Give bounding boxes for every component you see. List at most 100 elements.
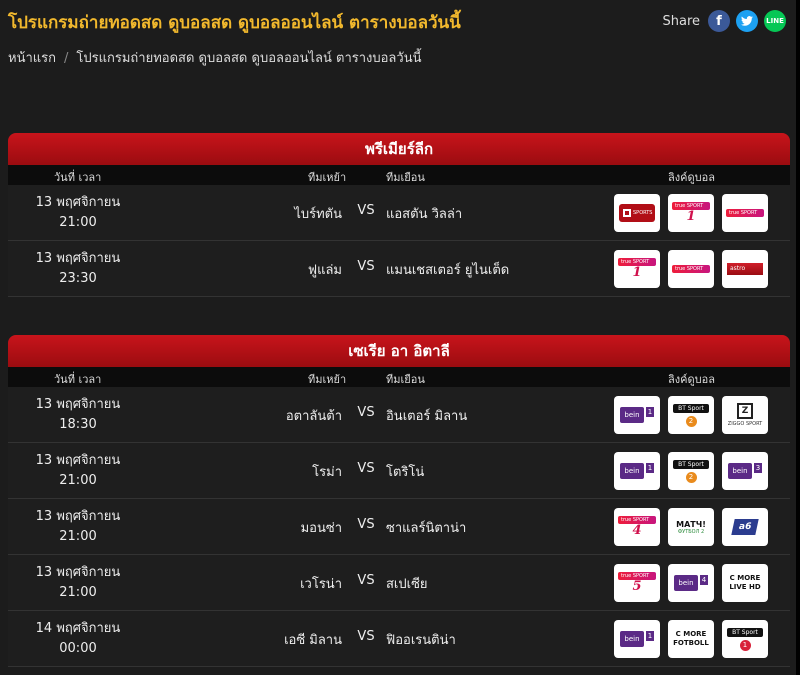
- col-links: ลิงค์ดูบอล: [668, 373, 715, 386]
- facebook-share-icon[interactable]: f: [708, 10, 730, 32]
- col-away: ทีมเยือน: [386, 171, 425, 184]
- channel-logo-bein-1[interactable]: bein SPORTS 1: [614, 396, 660, 434]
- col-time: วันที่ เวลา: [54, 171, 102, 184]
- match-row: 13 พฤศจิกายน 21:00 ไบร์ทตัน VS แอสตัน วิล…: [8, 185, 790, 241]
- channel-logo-redbox[interactable]: SPORTS: [614, 194, 660, 232]
- match-date: 14 พฤศจิกายน: [35, 621, 121, 636]
- breadcrumb: หน้าแรก / โปรแกรมถ่ายทอดสด ดูบอลสด ดูบอลออ…: [8, 47, 421, 68]
- channel-links: bein SPORTS 1 BT Sport 2 Z ZIGGO SPORT: [614, 396, 768, 434]
- home-team: ไบร์ทตัน: [294, 207, 342, 222]
- away-team: แอสตัน วิลล่า: [386, 207, 463, 222]
- share-label: Share: [662, 13, 700, 29]
- match-time: 18:30: [59, 417, 97, 432]
- breadcrumb-home-link[interactable]: หน้าแรก: [8, 51, 56, 66]
- page-header: โปรแกรมถ่ายทอดสด ดูบอลสด ดูบอลออนไลน์ ตา…: [0, 0, 796, 44]
- away-team: อินเตอร์ มิลาน: [386, 409, 468, 424]
- twitter-share-icon[interactable]: [736, 10, 758, 32]
- home-team: เอซี มิลาน: [284, 633, 342, 648]
- away-team: สเปเซีย: [386, 577, 428, 592]
- match-datetime: 13 พฤศจิกายน 21:00: [8, 451, 148, 491]
- match-date: 13 พฤศจิกายน: [35, 453, 121, 468]
- match-date: 13 พฤศจิกายน: [35, 195, 121, 210]
- home-team: อตาลันต้า: [285, 409, 342, 424]
- match-time: 21:00: [59, 529, 97, 544]
- match-row: 14 พฤศจิกายน 00:00 เอซี มิลาน VS ฟิออเรนต…: [8, 611, 790, 667]
- match-date: 13 พฤศจิกายน: [35, 565, 121, 580]
- channel-logo-astro[interactable]: astro SUPERSPORT: [722, 250, 768, 288]
- breadcrumb-current: โปรแกรมถ่ายทอดสด ดูบอลสด ดูบอลออนไลน์ ตา…: [76, 51, 422, 66]
- page-title: โปรแกรมถ่ายทอดสด ดูบอลสด ดูบอลออนไลน์ ตา…: [8, 13, 461, 33]
- away-team: โตริโน่: [386, 465, 425, 480]
- channel-logo-true-sport-5[interactable]: true SPORT HD 5: [614, 564, 660, 602]
- away-team: แมนเชสเตอร์ ยูไนเต็ด: [386, 263, 510, 278]
- col-time: วันที่ เวลา: [54, 373, 102, 386]
- league-header: เซเรีย อา อิตาลี: [8, 335, 790, 367]
- channel-logo-a6[interactable]: a6: [722, 508, 768, 546]
- share-bar: Share f LINE: [662, 10, 786, 32]
- channel-logo-true-sport-1[interactable]: true SPORT HD 1: [668, 194, 714, 232]
- channel-logo-bt-sport-2[interactable]: BT Sport 2: [668, 452, 714, 490]
- col-home: ทีมเหย้า: [308, 171, 347, 184]
- channel-logo-true-sport-1[interactable]: true SPORT HD 1: [614, 250, 660, 288]
- home-team: เวโรน่า: [300, 577, 342, 592]
- line-share-icon[interactable]: LINE: [764, 10, 786, 32]
- right-edge: [796, 0, 800, 675]
- match-datetime: 13 พฤศจิกายน 18:30: [8, 395, 148, 435]
- away-team: ฟิออเรนติน่า: [386, 633, 456, 648]
- channel-links: SPORTS true SPORT HD 1 true SPORT HD: [614, 194, 768, 232]
- home-team: ฟูแล่ม: [307, 263, 342, 278]
- col-links: ลิงค์ดูบอล: [668, 171, 715, 184]
- channel-logo-cmore-live[interactable]: C MORE LIVE HD: [722, 564, 768, 602]
- channel-logo-true-sport-4[interactable]: true SPORT HD 4: [614, 508, 660, 546]
- match-date: 13 พฤศจิกายน: [35, 509, 121, 524]
- home-team: มอนซ่า: [300, 521, 342, 536]
- match-date: 13 พฤศจิกายน: [35, 251, 121, 266]
- match-time: 21:00: [59, 585, 97, 600]
- match-time: 23:30: [59, 271, 97, 286]
- vs-label: VS: [357, 573, 375, 588]
- col-home: ทีมเหย้า: [308, 373, 347, 386]
- channel-logo-bt-sport-2[interactable]: BT Sport 2: [668, 396, 714, 434]
- channel-logo-cmore-fotboll[interactable]: C MORE FOTBOLL: [668, 620, 714, 658]
- match-datetime: 13 พฤศจิกายน 23:30: [8, 249, 148, 289]
- match-datetime: 13 พฤศจิกายน 21:00: [8, 563, 148, 603]
- channel-links: true SPORT HD 1 true SPORT HD astro SUPER…: [614, 250, 768, 288]
- channel-logo-bein-3[interactable]: bein SPORTS 3: [722, 452, 768, 490]
- match-datetime: 14 พฤศจิกายน 00:00: [8, 619, 148, 659]
- match-row: 13 พฤศจิกายน 21:00 มอนซ่า VS ซาแลร์นิตาน่…: [8, 499, 790, 555]
- channel-links: true SPORT HD 5 bein SPORTS 4 C MORE LIVE …: [614, 564, 768, 602]
- match-datetime: 13 พฤศจิกายน 21:00: [8, 507, 148, 547]
- away-team: ซาแลร์นิตาน่า: [386, 521, 467, 536]
- channel-logo-match-futbol[interactable]: МАТЧ! ФУТБОЛ 2: [668, 508, 714, 546]
- match-time: 21:00: [59, 473, 97, 488]
- column-headers: วันที่ เวลา ทีมเหย้า ทีมเยือน ลิงค์ดูบอล: [8, 367, 790, 387]
- channel-logo-bein-1[interactable]: bein SPORTS 1: [614, 620, 660, 658]
- channel-links: bein SPORTS 1 BT Sport 2 bein SPORTS 3: [614, 452, 768, 490]
- match-datetime: 13 พฤศจิกายน 21:00: [8, 193, 148, 233]
- channel-logo-ziggo[interactable]: Z ZIGGO SPORT: [722, 396, 768, 434]
- match-date: 13 พฤศจิกายน: [35, 397, 121, 412]
- league-section-serie-a: เซเรีย อา อิตาลี วันที่ เวลา ทีมเหย้า ที…: [8, 335, 790, 667]
- channel-logo-true-sport-hd[interactable]: true SPORT HD: [722, 194, 768, 232]
- league-section-premier-league: พรีเมียร์ลีก วันที่ เวลา ทีมเหย้า ทีมเยื…: [8, 133, 790, 297]
- channel-links: true SPORT HD 4 МАТЧ! ФУТБОЛ 2 a6: [614, 508, 768, 546]
- match-row: 13 พฤศจิกายน 23:30 ฟูแล่ม VS แมนเชสเตอร์ …: [8, 241, 790, 297]
- breadcrumb-separator: /: [64, 51, 69, 66]
- channel-links: bein SPORTS 1 C MORE FOTBOLL BT Sport 1: [614, 620, 768, 658]
- match-time: 21:00: [59, 215, 97, 230]
- home-team: โรม่า: [312, 465, 342, 480]
- channel-logo-true-sport-hd[interactable]: true SPORT HD: [668, 250, 714, 288]
- vs-label: VS: [357, 629, 375, 644]
- channel-logo-bein-1[interactable]: bein SPORTS 1: [614, 452, 660, 490]
- vs-label: VS: [357, 461, 375, 476]
- match-time: 00:00: [59, 641, 97, 656]
- channel-logo-bt-sport-1[interactable]: BT Sport 1: [722, 620, 768, 658]
- vs-label: VS: [357, 203, 375, 218]
- vs-label: VS: [357, 517, 375, 532]
- league-header: พรีเมียร์ลีก: [8, 133, 790, 165]
- col-away: ทีมเยือน: [386, 373, 425, 386]
- channel-logo-bein-4[interactable]: bein SPORTS 4: [668, 564, 714, 602]
- column-headers: วันที่ เวลา ทีมเหย้า ทีมเยือน ลิงค์ดูบอล: [8, 165, 790, 185]
- match-row: 13 พฤศจิกายน 21:00 เวโรน่า VS สเปเซีย tru…: [8, 555, 790, 611]
- vs-label: VS: [357, 259, 375, 274]
